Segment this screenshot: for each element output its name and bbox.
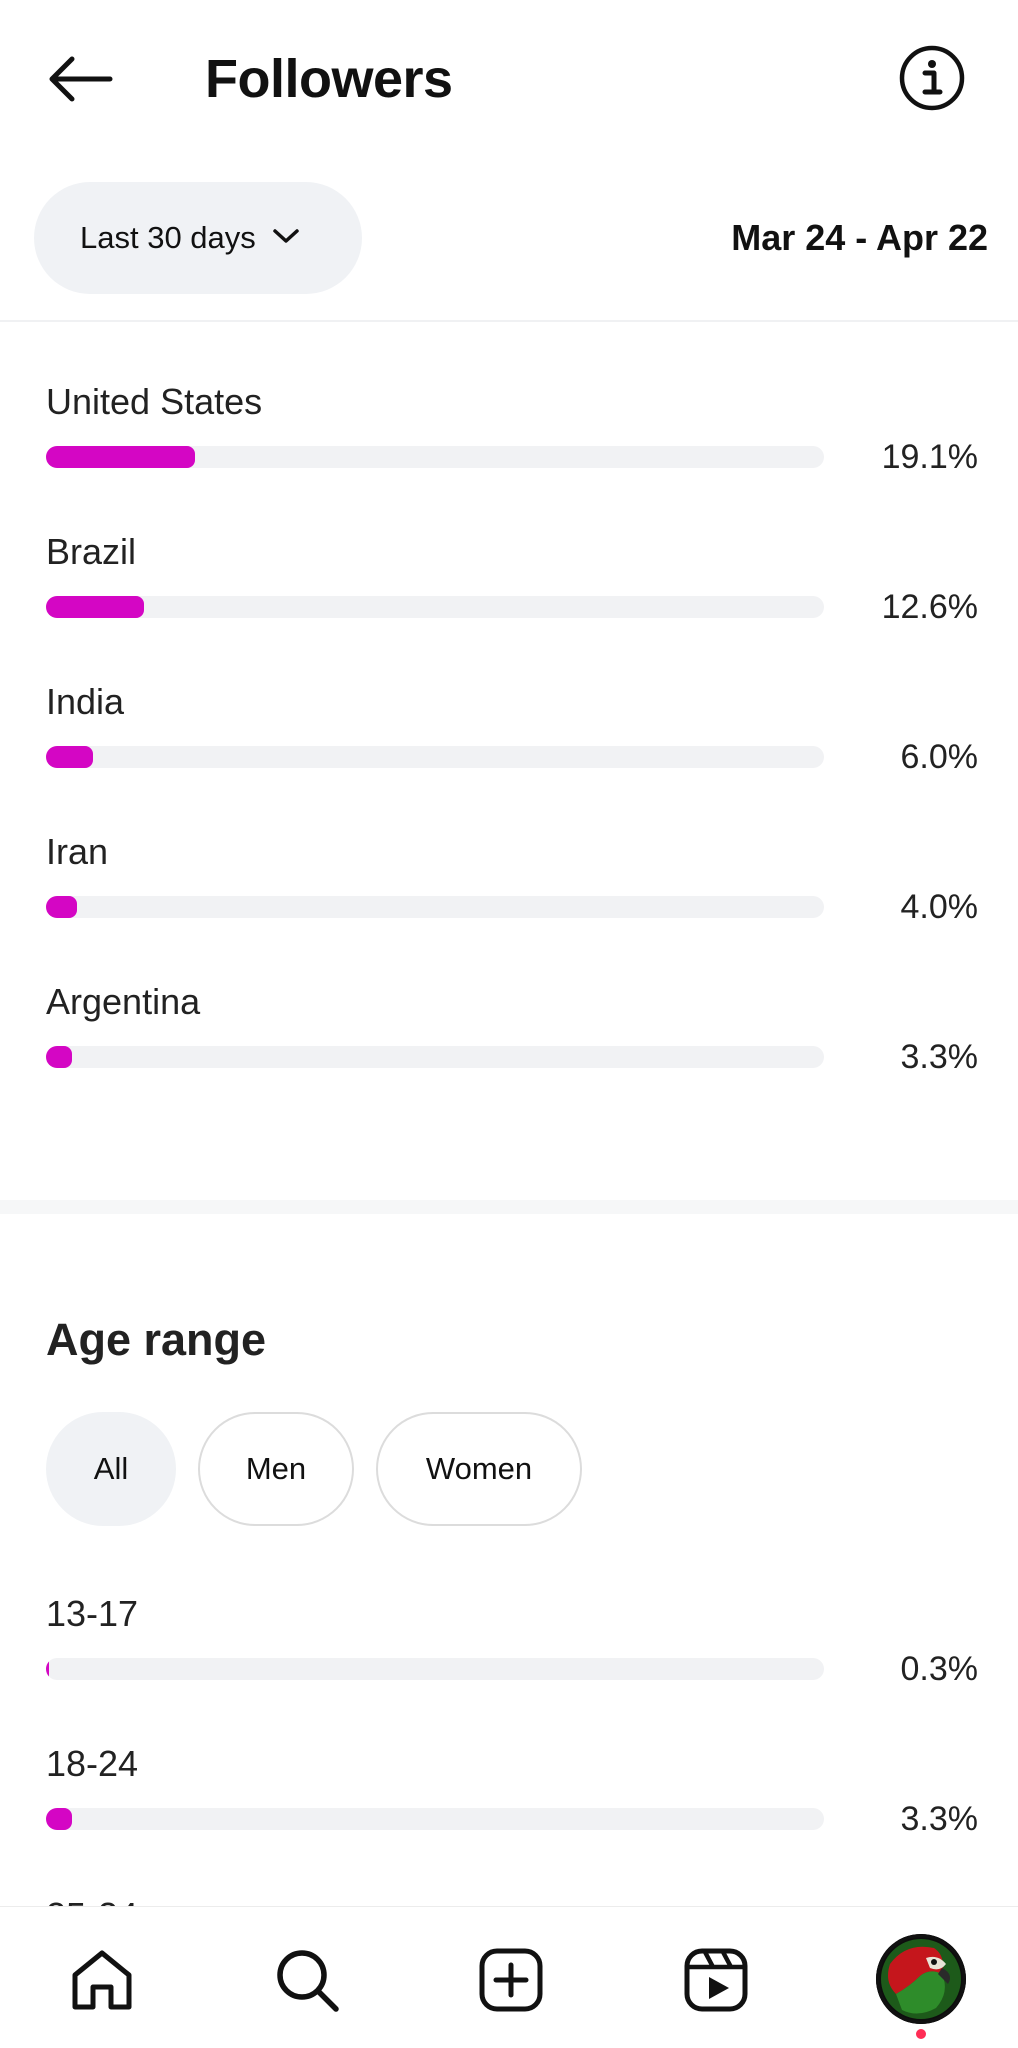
divider: [0, 320, 1018, 322]
search-icon: [277, 1950, 339, 2012]
progress-track: [46, 596, 824, 618]
age-row: 13-17 0.3%: [0, 1590, 1018, 1740]
nav-reels[interactable]: [671, 1935, 761, 2025]
nav-create[interactable]: [466, 1935, 556, 2025]
country-label: United States: [46, 381, 263, 422]
create-icon: [479, 1948, 543, 2012]
country-label: India: [46, 681, 125, 722]
progress-fill: [46, 1808, 72, 1830]
country-row: Brazil 12.6%: [0, 528, 1018, 678]
country-row: India 6.0%: [0, 678, 1018, 828]
country-row: United States 19.1%: [0, 378, 1018, 528]
country-percent: 12.6%: [881, 588, 978, 626]
date-range-dropdown[interactable]: Last 30 days: [34, 182, 362, 294]
progress-fill: [46, 896, 78, 918]
section-divider: [0, 1200, 1018, 1214]
progress-track: [46, 1658, 824, 1680]
country-percent: 19.1%: [881, 438, 978, 476]
age-percent: 3.3%: [900, 1800, 979, 1838]
age-label: 13-17: [46, 1593, 139, 1634]
country-row: Argentina 3.3%: [0, 978, 1018, 1128]
progress-track: [46, 746, 824, 768]
parrot-avatar-icon: [876, 1934, 966, 2024]
country-percent: 6.0%: [900, 738, 979, 776]
back-button[interactable]: [38, 44, 120, 114]
bottom-nav: [0, 1906, 1018, 2048]
date-range-text: Mar 24 - Apr 22: [731, 217, 988, 258]
age-label: 18-24: [46, 1743, 139, 1784]
nav-search[interactable]: [262, 1935, 352, 2025]
followers-insights-screen: Followers Last 30 days Mar 24 - Apr 22 U…: [0, 0, 1018, 2048]
info-icon: [899, 45, 965, 111]
tab-men[interactable]: Men: [198, 1412, 354, 1526]
header: Followers: [0, 0, 1018, 160]
country-row: Iran 4.0%: [0, 828, 1018, 978]
tab-all[interactable]: All: [46, 1412, 176, 1526]
reels-icon: [684, 1948, 748, 2012]
progress-fill: [46, 1658, 49, 1680]
arrow-left-icon: [49, 56, 113, 102]
info-button[interactable]: [896, 42, 968, 114]
age-label-partial: 25-34: [46, 1892, 138, 1906]
filter-row: Last 30 days Mar 24 - Apr 22: [0, 182, 1018, 294]
age-range-title: Age range: [46, 1314, 267, 1365]
notification-dot: [916, 2029, 926, 2039]
progress-fill: [46, 1046, 72, 1068]
country-label: Brazil: [46, 531, 137, 572]
profile-avatar[interactable]: [876, 1934, 966, 2024]
tab-women[interactable]: Women: [376, 1412, 582, 1526]
progress-track: [46, 1046, 824, 1068]
progress-fill: [46, 446, 195, 468]
home-icon: [72, 1950, 132, 2010]
age-percent: 0.3%: [900, 1650, 979, 1688]
progress-track: [46, 1808, 824, 1830]
progress-fill: [46, 596, 145, 618]
country-label: Argentina: [46, 981, 201, 1022]
country-percent: 3.3%: [900, 1038, 979, 1076]
gender-filter-tabs: All Men Women: [46, 1412, 582, 1526]
date-range-dropdown-label: Last 30 days: [80, 220, 256, 255]
country-label: Iran: [46, 831, 109, 872]
nav-home[interactable]: [57, 1935, 147, 2025]
age-row: 18-24 3.3%: [0, 1740, 1018, 1890]
page-title: Followers: [205, 49, 453, 109]
progress-track: [46, 446, 824, 468]
country-percent: 4.0%: [900, 888, 979, 926]
progress-fill: [46, 746, 93, 768]
progress-track: [46, 896, 824, 918]
chevron-down-icon: [273, 229, 299, 243]
